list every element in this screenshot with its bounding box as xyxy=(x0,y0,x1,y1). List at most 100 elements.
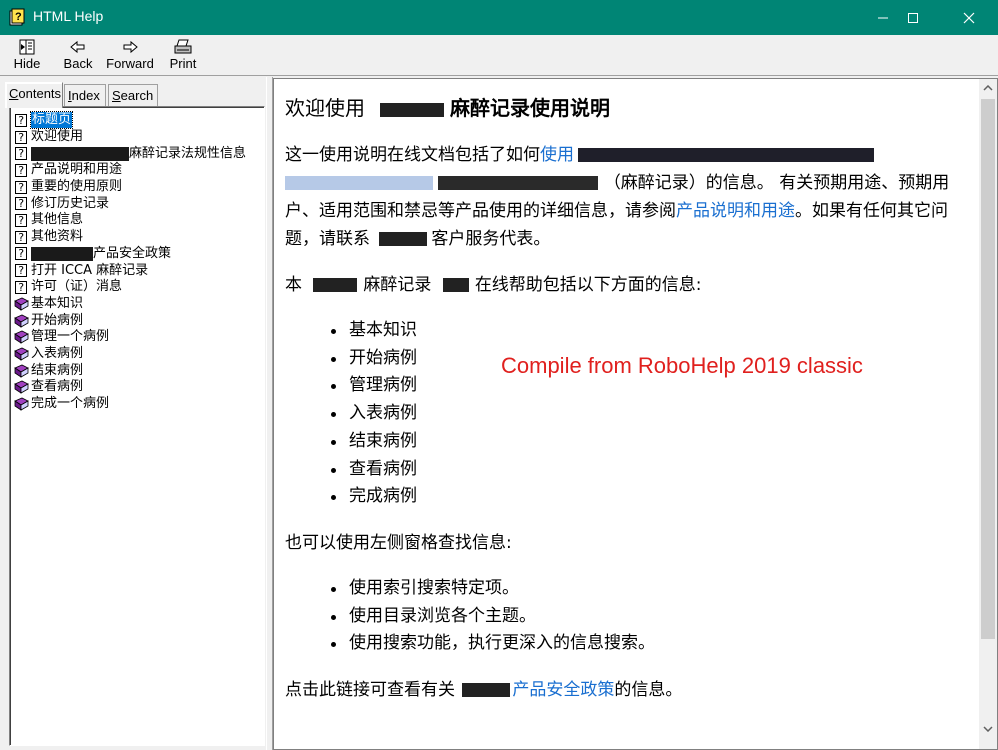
list-item: 完成病例 xyxy=(330,483,965,511)
print-label: Print xyxy=(169,56,197,71)
usage-link[interactable]: 使用 xyxy=(540,145,574,165)
tree-item[interactable]: ? 打开 ICCA 麻醉记录 xyxy=(14,262,246,279)
forward-arrow-icon xyxy=(104,37,156,57)
tree-item-label: 其他资料 xyxy=(31,229,84,245)
tree-item[interactable]: ? 其他信息 xyxy=(14,212,246,229)
tree-item[interactable]: ? 标题页 xyxy=(14,111,246,130)
tree-item[interactable]: 结束病例 xyxy=(14,362,246,379)
help-page-icon: ? xyxy=(15,213,27,227)
list-item: 使用目录浏览各个主题。 xyxy=(330,603,965,631)
tree-item-label: 开始病例 xyxy=(31,312,84,328)
redacted-text xyxy=(462,683,511,698)
hide-label: Hide xyxy=(13,56,41,71)
back-label: Back xyxy=(63,56,93,71)
tree-item-label: 打开 ICCA 麻醉记录 xyxy=(31,262,149,278)
tab-index[interactable]: Index xyxy=(64,84,106,106)
tree-item[interactable]: ? 重要的使用原则 xyxy=(14,179,246,196)
tree-item-label: 完成一个病例 xyxy=(31,396,110,412)
list-item: 使用索引搜索特定项。 xyxy=(330,575,965,603)
help-page-icon: ? xyxy=(15,230,27,244)
book-icon xyxy=(14,347,29,361)
hide-icon xyxy=(9,37,45,57)
help-page-icon: ? xyxy=(15,147,27,161)
tree-item-label: 产品说明和用途 xyxy=(31,162,123,178)
help-page-icon: ? xyxy=(15,264,27,278)
back-arrow-icon xyxy=(60,37,96,57)
tree-item[interactable]: 查看病例 xyxy=(14,379,246,396)
book-icon xyxy=(14,330,29,345)
tree-item-label: 麻醉记录法规性信息 xyxy=(129,145,247,161)
tree-item-label: 管理一个病例 xyxy=(31,329,110,345)
tree-item[interactable]: 开始病例 xyxy=(14,312,246,329)
tree-item[interactable]: ? 修订历史记录 xyxy=(14,195,246,212)
list-item: 入表病例 xyxy=(330,400,965,428)
tree-item[interactable]: 完成一个病例 xyxy=(14,396,246,413)
forward-button[interactable]: Forward xyxy=(104,37,156,73)
tree-item[interactable]: 入表病例 xyxy=(14,346,246,363)
help-page-icon: ? xyxy=(15,247,27,261)
book-icon xyxy=(14,297,29,311)
tree-item-label: 许可（证）消息 xyxy=(31,279,123,295)
scroll-up-button[interactable] xyxy=(979,79,997,97)
title-bar: ? HTML Help xyxy=(0,0,998,35)
list-item: 使用搜索功能，执行更深入的信息搜索。 xyxy=(330,630,965,658)
back-button[interactable]: Back xyxy=(60,37,96,73)
redacted-link xyxy=(578,148,874,162)
tree-item[interactable]: ? 产品说明和用途 xyxy=(14,162,246,179)
printer-icon xyxy=(166,37,200,57)
window-title: HTML Help xyxy=(33,8,104,24)
hide-button[interactable]: Hide xyxy=(9,37,45,73)
tree-item-label: 欢迎使用 xyxy=(31,129,84,145)
tree-item-label: 重要的使用原则 xyxy=(31,179,123,195)
redacted-link xyxy=(285,176,433,190)
tree-item[interactable]: ? 许可（证）消息 xyxy=(14,279,246,296)
vertical-scrollbar[interactable] xyxy=(979,79,997,749)
print-button[interactable]: Print xyxy=(166,37,200,73)
tree-item-label: 标题页 xyxy=(29,111,74,130)
tree-item-label: 入表病例 xyxy=(31,345,84,361)
tree-item[interactable]: ? 欢迎使用 xyxy=(14,129,246,146)
navigation-methods-list: 使用索引搜索特定项。 使用目录浏览各个主题。 使用搜索功能，执行更深入的信息搜索。 xyxy=(330,575,965,658)
book-icon xyxy=(14,314,29,328)
close-button[interactable] xyxy=(946,0,992,35)
tree-item[interactable]: 基本知识 xyxy=(14,296,246,313)
list-item: 查看病例 xyxy=(330,456,965,484)
redacted-text xyxy=(313,278,358,292)
contents-tree-panel[interactable]: ? 标题页? 欢迎使用? 麻醉记录法规性信息? 产品说明和用途? 重要的使用原则? 修订历史… xyxy=(9,106,265,746)
tab-contents[interactable]: Contents xyxy=(5,82,63,108)
compile-watermark: Compile from RoboHelp 2019 classic xyxy=(501,353,863,378)
forward-label: Forward xyxy=(106,56,154,71)
help-page-icon: ? xyxy=(15,130,27,144)
contents-tree: ? 标题页? 欢迎使用? 麻醉记录法规性信息? 产品说明和用途? 重要的使用原则? 修订历史… xyxy=(14,111,246,413)
topic-content: 欢迎使用 麻醉记录使用说明 这一使用说明在线文档包括了如何使用 （麻醉记录）的信… xyxy=(285,93,965,722)
tree-item-label: 结束病例 xyxy=(31,362,84,378)
safety-policy-link[interactable]: 产品安全政策 xyxy=(512,680,614,700)
maximize-button[interactable] xyxy=(890,0,936,35)
tree-item-label: 查看病例 xyxy=(31,379,84,395)
help-app-icon: ? xyxy=(8,8,26,26)
redacted-text xyxy=(379,102,444,117)
tab-search[interactable]: Search xyxy=(108,84,158,106)
book-icon xyxy=(14,380,29,395)
redacted-text xyxy=(31,146,129,161)
navigation-hint: 也可以使用左侧窗格查找信息: xyxy=(285,532,512,553)
tree-item[interactable]: ? 产品安全政策 xyxy=(14,246,246,263)
tree-item[interactable]: ? 麻醉记录法规性信息 xyxy=(14,145,246,162)
scroll-down-button[interactable] xyxy=(979,720,997,738)
navigation-pane: Contents Index Search ? 标题页? 欢迎使用? 麻醉记录法规性信… xyxy=(0,77,270,750)
tree-item[interactable]: ? 其他资料 xyxy=(14,229,246,246)
pane-splitter[interactable] xyxy=(266,77,273,750)
safety-paragraph: 点击此链接可查看有关 产品安全政策的信息。 xyxy=(285,680,683,701)
page-title: 欢迎使用 麻醉记录使用说明 xyxy=(285,96,610,120)
redacted-text xyxy=(379,232,428,246)
help-page-icon: ? xyxy=(15,180,27,194)
scope-paragraph: 本 麻醉记录 在线帮助包括以下方面的信息: xyxy=(285,275,702,295)
list-item: 基本知识 xyxy=(330,317,965,345)
redacted-text xyxy=(31,246,93,261)
product-description-link[interactable]: 产品说明和用途 xyxy=(676,201,795,221)
topic-pane: 欢迎使用 麻醉记录使用说明 这一使用说明在线文档包括了如何使用 （麻醉记录）的信… xyxy=(273,78,998,750)
help-page-icon: ? xyxy=(15,197,27,211)
tree-item[interactable]: 管理一个病例 xyxy=(14,329,246,346)
help-page-icon: ? xyxy=(15,113,27,127)
scroll-thumb[interactable] xyxy=(981,99,995,639)
